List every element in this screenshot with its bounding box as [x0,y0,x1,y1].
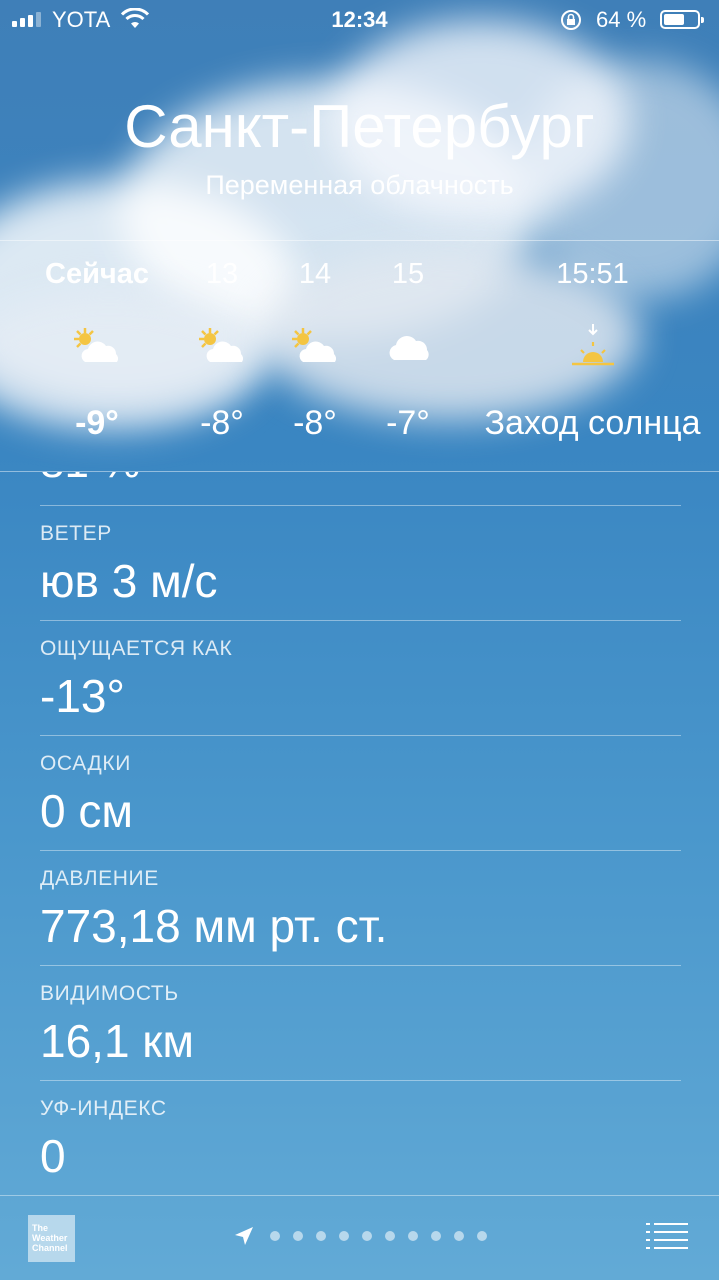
detail-separator [40,505,681,506]
detail-row-uv-index: УФ-ИНДЕКС 0 [40,1097,681,1183]
page-dot[interactable] [293,1231,303,1241]
detail-label: ДАВЛЕНИЕ [40,867,159,890]
detail-separator [40,1080,681,1081]
detail-row-feels-like: ОЩУЩАЕТСЯ КАК -13° [40,637,681,723]
detail-separator [40,735,681,736]
page-dot[interactable] [408,1231,418,1241]
hourly-item-sunset: 15:51 Заход солнца [460,258,719,443]
hour-temperature: -7° [386,404,430,442]
details-list[interactable]: 81 % ВЕТЕР юв 3 м/с ОЩУЩАЕТСЯ КАК -13° О… [0,472,719,1194]
page-dot[interactable] [431,1231,441,1241]
hourly-item-15: 15 -7° [338,258,478,443]
page-dot[interactable] [362,1231,372,1241]
logo-text-line: Weather [32,1233,68,1243]
location-arrow-icon[interactable] [234,1226,254,1246]
detail-value: 773,18 мм рт. ст. [40,900,388,952]
rotation-lock-icon [561,10,581,30]
detail-value: 0 см [40,785,133,837]
page-indicator[interactable] [270,1231,487,1241]
page-dot[interactable] [339,1231,349,1241]
cloud-icon [338,316,478,376]
page-dot[interactable] [454,1231,464,1241]
battery-percent: 64 % [596,7,647,32]
detail-value: юв 3 м/с [40,555,218,607]
detail-label: ОЩУЩАЕТСЯ КАК [40,637,233,660]
detail-row-visibility: ВИДИМОСТЬ 16,1 км [40,982,681,1068]
logo-text-line: Channel [32,1243,68,1253]
hourly-top-divider [0,240,719,241]
weather-channel-logo[interactable]: The Weather Channel [28,1215,75,1262]
hour-label: 15:51 [556,258,629,290]
detail-separator [40,620,681,621]
detail-row-pressure: ДАВЛЕНИЕ 773,18 мм рт. ст. [40,867,681,953]
detail-row-wind: ВЕТЕР юв 3 м/с [40,522,681,608]
detail-value: -13° [40,670,125,722]
detail-value: 0 [40,1130,66,1182]
detail-label: УФ-ИНДЕКС [40,1097,167,1120]
sunset-label: Заход солнца [484,404,701,442]
sunset-icon [460,316,719,376]
page-dot[interactable] [316,1231,326,1241]
detail-separator [40,965,681,966]
page-dot[interactable] [477,1231,487,1241]
footer-divider [0,1195,719,1196]
hourly-item-now: Сейчас -9° [27,258,167,443]
hour-label: 15 [391,258,425,290]
partly-sunny-icon [27,316,167,376]
hour-temperature: -9° [75,404,119,442]
city-name: Санкт-Петербург [124,93,595,160]
detail-label: ОСАДКИ [40,752,131,775]
detail-separator [40,850,681,851]
detail-row-precipitation: ОСАДКИ 0 см [40,752,681,838]
detail-label: ВЕТЕР [40,522,112,545]
battery-icon [660,10,704,29]
weather-condition: Переменная облачность [205,170,514,200]
detail-label: ВИДИМОСТЬ [40,982,179,1005]
hour-label: Сейчас [45,258,149,290]
detail-value: 16,1 км [40,1015,195,1067]
humidity-value-partial: 81 % [40,472,140,488]
city-list-icon[interactable] [646,1222,688,1250]
status-bar: YOTA 12:34 64 % [0,0,719,40]
logo-text-line: The [32,1223,49,1233]
page-dot[interactable] [385,1231,395,1241]
page-dot[interactable] [270,1231,280,1241]
